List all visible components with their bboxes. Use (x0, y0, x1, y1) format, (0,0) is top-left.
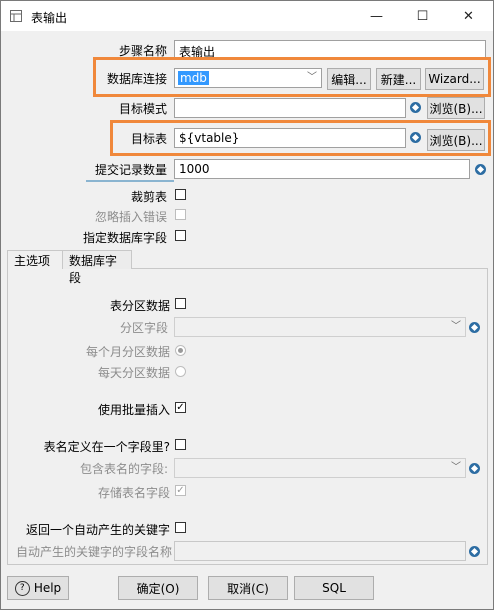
target-schema-label: 目标模式 (118, 102, 167, 116)
variable-icon (469, 322, 480, 333)
batch-insert-label: 使用批量插入 (97, 403, 170, 417)
table-name-field-select[interactable]: ﹀ (174, 458, 466, 478)
partition-daily-radio[interactable] (175, 366, 186, 377)
table-output-icon (10, 10, 22, 22)
store-table-name-label: 存储表名字段 (97, 486, 170, 500)
help-button[interactable]: ? Help (7, 576, 69, 600)
partition-monthly-radio[interactable] (175, 345, 186, 356)
sql-button[interactable]: SQL (294, 576, 374, 600)
target-table-label: 目标表 (130, 132, 167, 146)
target-table-input[interactable]: ${vtable} (174, 128, 406, 148)
target-schema-input[interactable] (174, 98, 406, 118)
truncate-checkbox[interactable] (175, 189, 186, 200)
minimize-button[interactable]: — (354, 2, 399, 31)
commit-size-label: 提交记录数量 (94, 163, 167, 177)
edit-connection-button[interactable]: 编辑... (327, 68, 371, 90)
return-key-checkbox[interactable] (175, 522, 186, 533)
check-icon: ✓ (176, 402, 185, 413)
variable-icon (410, 102, 421, 113)
variable-icon (475, 164, 486, 175)
maximize-icon: ☐ (416, 9, 429, 24)
minimize-icon: — (370, 9, 383, 24)
return-key-field-label: 自动产生的关键字的字段名称 (15, 545, 172, 559)
connection-label: 数据库连接 (106, 72, 167, 86)
variable-icon (469, 546, 480, 557)
table-name-in-field-checkbox[interactable] (175, 439, 186, 450)
chevron-down-icon: ﹀ (307, 72, 317, 83)
help-button-label: Help (33, 581, 62, 595)
step-name-label: 步骤名称 (118, 44, 167, 58)
ignore-errors-label: 忽略插入错误 (94, 210, 167, 224)
maximize-button[interactable]: ☐ (400, 2, 445, 31)
check-icon: ✓ (176, 485, 185, 496)
close-icon: ✕ (463, 9, 474, 24)
close-button[interactable]: ✕ (446, 2, 491, 31)
tab-database-fields[interactable]: 数据库字段 (62, 250, 132, 285)
chevron-down-icon: ﹀ (451, 462, 461, 473)
connection-select[interactable]: mdb ﹀ (174, 68, 322, 88)
variable-icon (469, 463, 480, 474)
specify-fields-checkbox[interactable] (175, 230, 186, 241)
partition-monthly-label: 每个月分区数据 (85, 345, 170, 359)
tab-main-options[interactable]: 主选项 (7, 250, 63, 269)
table-name-field-label: 包含表名的字段: (79, 462, 168, 476)
partition-field-select[interactable]: ﹀ (174, 317, 466, 337)
partition-checkbox[interactable] (175, 298, 186, 309)
ok-button[interactable]: 确定(O) (118, 576, 198, 600)
title-bar: 表输出 — ☐ ✕ (1, 1, 493, 31)
wizard-button[interactable]: Wizard... (425, 68, 484, 90)
connection-value: mdb (178, 71, 209, 85)
truncate-label: 裁剪表 (130, 190, 167, 204)
help-icon: ? (14, 580, 30, 596)
window-title: 表输出 (31, 11, 68, 25)
partition-field-label: 分区字段 (119, 321, 168, 335)
batch-insert-checkbox[interactable]: ✓ (175, 402, 186, 413)
commit-size-input[interactable]: 1000 (174, 159, 470, 179)
variable-icon (410, 132, 421, 143)
browse-table-button[interactable]: 浏览(B)... (427, 129, 485, 151)
store-table-name-checkbox[interactable]: ✓ (175, 485, 186, 496)
browse-schema-button[interactable]: 浏览(B)... (427, 97, 485, 119)
new-connection-button[interactable]: 新建... (376, 68, 421, 90)
chevron-down-icon: ﹀ (451, 321, 461, 332)
cancel-button[interactable]: 取消(C) (208, 576, 288, 600)
table-name-in-field-label: 表名定义在一个字段里? (43, 440, 170, 454)
partition-daily-label: 每天分区数据 (97, 366, 170, 380)
step-name-input[interactable]: 表输出 (174, 40, 486, 60)
return-key-field-input[interactable] (174, 541, 466, 561)
partition-label: 表分区数据 (109, 299, 170, 313)
commit-size-underline (86, 180, 174, 182)
specify-fields-label: 指定数据库字段 (82, 231, 167, 245)
return-key-label: 返回一个自动产生的关键字 (25, 523, 170, 537)
ignore-errors-checkbox[interactable] (175, 209, 186, 220)
